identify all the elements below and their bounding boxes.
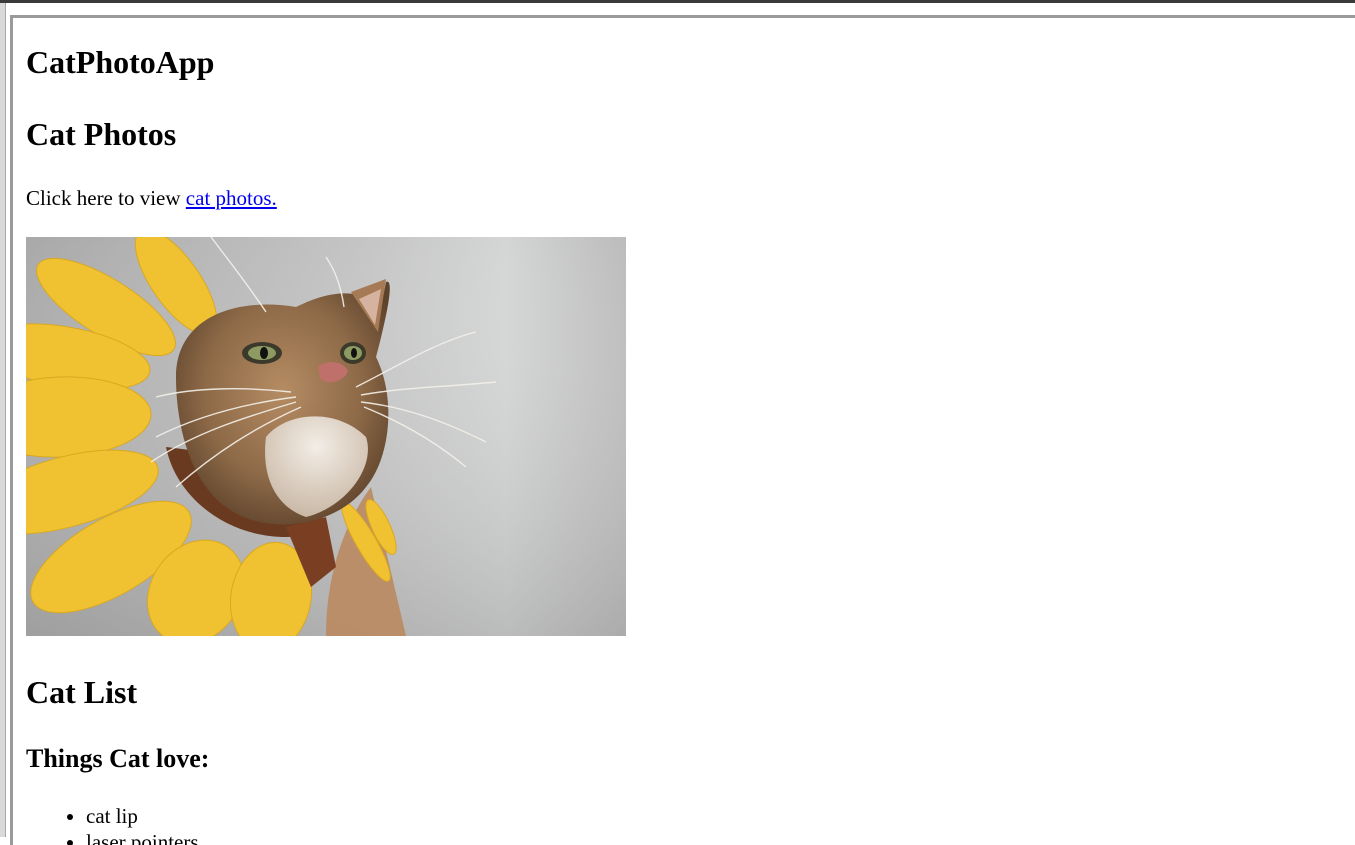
cat-list-heading: Cat List xyxy=(26,674,138,710)
list-item: cat lip xyxy=(86,803,199,829)
page-title: CatPhotoApp xyxy=(26,44,215,80)
intro-text: Click here to view xyxy=(26,186,186,210)
things-cat-love-list: cat lip laser pointers xyxy=(26,803,199,845)
window-left-border xyxy=(0,3,6,837)
cat-photo xyxy=(26,237,626,636)
list-item: laser pointers xyxy=(86,829,199,845)
window-top-border xyxy=(0,0,1355,3)
cat-image-link[interactable] xyxy=(26,237,626,636)
cat-photos-link[interactable]: cat photos. xyxy=(186,186,277,210)
intro-paragraph: Click here to view cat photos. xyxy=(26,186,277,211)
cat-photos-heading: Cat Photos xyxy=(26,116,177,152)
things-cat-love-heading: Things Cat love: xyxy=(26,744,210,773)
page-frame: CatPhotoApp Cat Photos Click here to vie… xyxy=(10,15,1355,845)
